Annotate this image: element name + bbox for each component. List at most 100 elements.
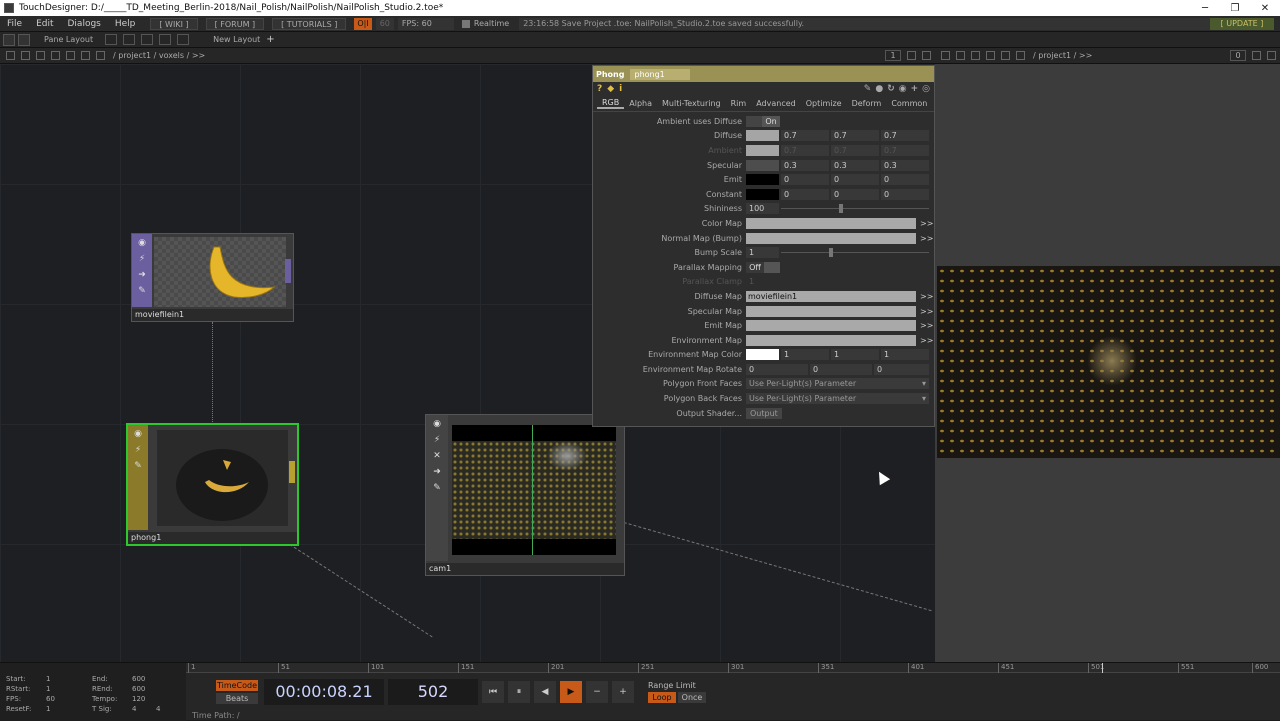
layout-split-v-icon[interactable] bbox=[141, 34, 154, 45]
fps-value[interactable]: 60 bbox=[46, 695, 55, 703]
pane-expand-icon[interactable] bbox=[907, 51, 916, 60]
polygon-back-faces-dropdown[interactable]: Use Per-Light(s) Parameter bbox=[746, 393, 929, 405]
layout-grid-icon[interactable] bbox=[177, 34, 190, 45]
home-icon[interactable] bbox=[21, 51, 30, 60]
tab-rim[interactable]: Rim bbox=[726, 99, 752, 108]
render-viewer-pane[interactable] bbox=[935, 64, 1280, 662]
resetf-value[interactable]: 1 bbox=[46, 705, 50, 713]
export-icon[interactable]: ➜ bbox=[433, 467, 441, 477]
python-icon[interactable]: ◉ bbox=[899, 84, 907, 94]
step-forward-icon[interactable]: + bbox=[612, 681, 634, 703]
star-icon[interactable] bbox=[1001, 51, 1010, 60]
beats-button[interactable]: Beats bbox=[216, 693, 258, 704]
once-button[interactable]: Once bbox=[678, 692, 706, 703]
rstart-value[interactable]: 1 bbox=[46, 685, 50, 693]
minimize-icon[interactable]: ─ bbox=[1190, 0, 1220, 16]
diffuse-g-field[interactable]: 0.7 bbox=[831, 130, 879, 142]
pause-icon[interactable]: ⏸ bbox=[508, 681, 530, 703]
edit-icon[interactable]: ✎ bbox=[864, 84, 872, 94]
back-icon[interactable] bbox=[956, 51, 965, 60]
timecode-button[interactable]: TimeCode bbox=[216, 680, 258, 691]
close-icon[interactable]: ✕ bbox=[433, 451, 441, 461]
normal-map-arrow-button[interactable]: >> bbox=[920, 234, 933, 243]
ambient-uses-diffuse-toggle[interactable]: On bbox=[746, 115, 780, 127]
tab-multi-texturing[interactable]: Multi-Texturing bbox=[657, 99, 726, 108]
env-map-color-b-field[interactable]: 1 bbox=[881, 349, 929, 361]
diffuse-map-field[interactable]: moviefilein1 bbox=[746, 290, 916, 302]
viewer-toggle-icon[interactable]: ◉ bbox=[138, 238, 146, 248]
env-map-rotate-x-field[interactable]: 0 bbox=[746, 363, 808, 375]
polygon-front-faces-dropdown[interactable]: Use Per-Light(s) Parameter bbox=[746, 378, 929, 390]
tsig-denominator[interactable]: 4 bbox=[156, 705, 160, 713]
layout-split-h-icon[interactable] bbox=[123, 34, 136, 45]
tab-advanced[interactable]: Advanced bbox=[751, 99, 801, 108]
tab-deform[interactable]: Deform bbox=[847, 99, 887, 108]
specular-b-field[interactable]: 0.3 bbox=[881, 159, 929, 171]
play-icon[interactable]: ▶ bbox=[560, 681, 582, 703]
cook-icon[interactable]: ✎ bbox=[138, 286, 146, 296]
close-icon[interactable]: ✕ bbox=[1250, 0, 1280, 16]
slider-knob[interactable] bbox=[828, 248, 833, 258]
end-value[interactable]: 600 bbox=[132, 675, 145, 683]
pane-menu-icon[interactable] bbox=[6, 51, 15, 60]
home-icon[interactable] bbox=[941, 51, 950, 60]
timeline-ruler[interactable]: 1 51 101 151 201 251 301 351 401 451 501… bbox=[186, 663, 1280, 673]
parallax-mapping-toggle[interactable]: Off bbox=[746, 261, 780, 273]
loop-button[interactable]: Loop bbox=[648, 692, 676, 703]
diffuse-map-arrow-button[interactable]: >> bbox=[920, 292, 933, 301]
layout-single-icon[interactable] bbox=[105, 34, 118, 45]
pane-split-icon[interactable] bbox=[18, 33, 30, 46]
forward-icon[interactable] bbox=[51, 51, 60, 60]
diffuse-r-field[interactable]: 0.7 bbox=[781, 130, 829, 142]
cam-node[interactable]: ◉ ⚡ ✕ ➜ ✎ cam1 bbox=[425, 414, 625, 576]
comment-icon[interactable]: ● bbox=[875, 84, 883, 94]
add-icon[interactable] bbox=[66, 51, 75, 60]
viewer-path[interactable]: / project1 / >> bbox=[1033, 51, 1092, 60]
cook-icon[interactable]: ✎ bbox=[433, 483, 441, 493]
forward-icon[interactable] bbox=[971, 51, 980, 60]
help-icon[interactable]: ? bbox=[597, 84, 602, 94]
rend-value[interactable]: 600 bbox=[132, 685, 145, 693]
frame-display[interactable]: 502 bbox=[388, 679, 478, 705]
shininess-slider[interactable] bbox=[781, 203, 929, 214]
start-value[interactable]: 1 bbox=[46, 675, 50, 683]
add-icon[interactable] bbox=[986, 51, 995, 60]
viewer-page-number[interactable]: 0 bbox=[1230, 50, 1246, 61]
env-map-color-g-field[interactable]: 1 bbox=[831, 349, 879, 361]
specular-map-arrow-button[interactable]: >> bbox=[920, 307, 933, 316]
emit-map-field[interactable] bbox=[746, 320, 916, 332]
specular-r-field[interactable]: 0.3 bbox=[781, 159, 829, 171]
constant-g-field[interactable]: 0 bbox=[831, 188, 879, 200]
env-map-color-swatch[interactable] bbox=[746, 349, 779, 361]
env-map-rotate-y-field[interactable]: 0 bbox=[810, 363, 872, 375]
update-button[interactable]: [ UPDATE ] bbox=[1210, 18, 1274, 30]
output-shader-button[interactable]: Output bbox=[746, 407, 782, 419]
play-reverse-icon[interactable]: ◀ bbox=[534, 681, 556, 703]
emit-map-arrow-button[interactable]: >> bbox=[920, 321, 933, 330]
node-label[interactable]: phong1 bbox=[128, 532, 297, 544]
environment-map-arrow-button[interactable]: >> bbox=[920, 336, 933, 345]
viewer-toggle-icon[interactable]: ◉ bbox=[134, 429, 142, 439]
layout-quad-icon[interactable] bbox=[159, 34, 172, 45]
slider-knob[interactable] bbox=[838, 204, 843, 214]
tutorials-button[interactable]: [ TUTORIALS ] bbox=[272, 17, 347, 30]
bypass-icon[interactable]: ⚡ bbox=[139, 254, 145, 264]
phong-parameter-dialog[interactable]: Phong phong1 ? ◆ i ✎ ● ↻ ◉ + ◎ RGB Alpha… bbox=[592, 65, 935, 427]
moviefilein-node[interactable]: ◉ ⚡ ➜ ✎ moviefilein1 bbox=[131, 233, 294, 322]
normal-map-field[interactable] bbox=[746, 232, 916, 244]
star-icon[interactable] bbox=[81, 51, 90, 60]
rewind-icon[interactable]: ⏮ bbox=[482, 681, 504, 703]
bypass-icon[interactable]: ⚡ bbox=[434, 435, 440, 445]
specular-color-swatch[interactable] bbox=[746, 159, 779, 171]
info-icon[interactable]: i bbox=[619, 84, 622, 94]
operator-name-field[interactable]: phong1 bbox=[630, 68, 691, 80]
add-custom-icon[interactable]: + bbox=[911, 84, 919, 94]
add-layout-button[interactable]: + bbox=[266, 34, 274, 45]
emit-b-field[interactable]: 0 bbox=[881, 174, 929, 186]
bypass-icon[interactable]: ⚡ bbox=[135, 445, 141, 455]
diffuse-b-field[interactable]: 0.7 bbox=[881, 130, 929, 142]
playhead-marker[interactable] bbox=[1102, 663, 1103, 673]
maximize-icon[interactable]: ❐ bbox=[1220, 0, 1250, 16]
time-path-label[interactable]: Time Path: / bbox=[192, 711, 240, 720]
tab-common[interactable]: Common bbox=[886, 99, 932, 108]
